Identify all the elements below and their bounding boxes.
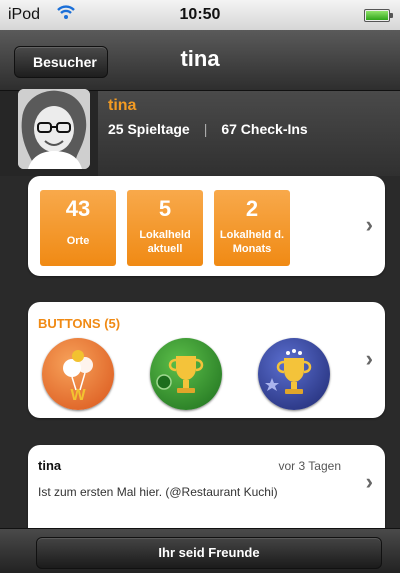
friends-button-label: Ihr seid Freunde xyxy=(158,545,260,560)
chevron-right-icon: › xyxy=(365,469,373,494)
stat-places: 43 Orte xyxy=(40,190,116,266)
content-area: 43 Orte 5 Lokalheld aktuell 2 Lokalheld … xyxy=(0,176,400,545)
svg-text:W: W xyxy=(70,387,86,404)
clock: 10:50 xyxy=(179,6,221,23)
friends-button[interactable]: Ihr seid Freunde xyxy=(36,537,382,569)
stat-local-hero-current-label: Lokalheld aktuell xyxy=(139,229,191,255)
battery-icon xyxy=(364,9,393,22)
play-days-count: 25 Spieltage xyxy=(108,121,190,137)
stat-local-hero-month-value: 2 xyxy=(245,196,259,221)
badges-card[interactable]: BUTTONS (5) W › xyxy=(28,302,385,418)
checkins-count: 67 Check-Ins xyxy=(221,121,308,137)
stat-local-hero-current-value: 5 xyxy=(158,196,172,221)
profile-stats: 25 Spieltage | 67 Check-Ins xyxy=(108,121,308,137)
activity-user: tina xyxy=(38,458,62,473)
stats-separator: | xyxy=(203,121,208,137)
page-title: tina xyxy=(180,46,220,71)
profile-header: tina 25 Spieltage | 67 Check-Ins xyxy=(0,89,400,176)
stat-local-hero-current: 5 Lokalheld aktuell xyxy=(127,190,203,266)
avatar-portrait-icon xyxy=(18,89,90,169)
status-bar: iPod 10:50 xyxy=(0,0,400,30)
stat-places-label: Orte xyxy=(66,235,90,247)
badges-title: BUTTONS (5) xyxy=(38,316,121,331)
avatar[interactable] xyxy=(18,89,90,169)
balloons-w-badge-icon[interactable]: W xyxy=(42,338,114,410)
stat-local-hero-month: 2 Lokalheld d. Monats xyxy=(214,190,290,266)
activity-text: Ist zum ersten Mal hier. (@Restaurant Ku… xyxy=(38,485,278,499)
bottom-toolbar: Ihr seid Freunde xyxy=(0,528,400,573)
trophy-green-badge-icon[interactable] xyxy=(150,338,222,410)
stat-local-hero-month-label: Lokalheld d. Monats xyxy=(219,229,285,255)
trophy-blue-badge-icon[interactable] xyxy=(258,338,330,410)
profile-info: tina 25 Spieltage | 67 Check-Ins xyxy=(98,91,400,176)
nav-bar: Besucher tina xyxy=(0,30,400,91)
stats-card[interactable]: 43 Orte 5 Lokalheld aktuell 2 Lokalheld … xyxy=(28,176,385,276)
chevron-right-icon: › xyxy=(365,346,373,371)
chevron-right-icon: › xyxy=(365,212,373,237)
stat-places-value: 43 xyxy=(65,196,91,221)
profile-name: tina xyxy=(108,97,137,114)
activity-time: vor 3 Tagen xyxy=(278,459,342,473)
